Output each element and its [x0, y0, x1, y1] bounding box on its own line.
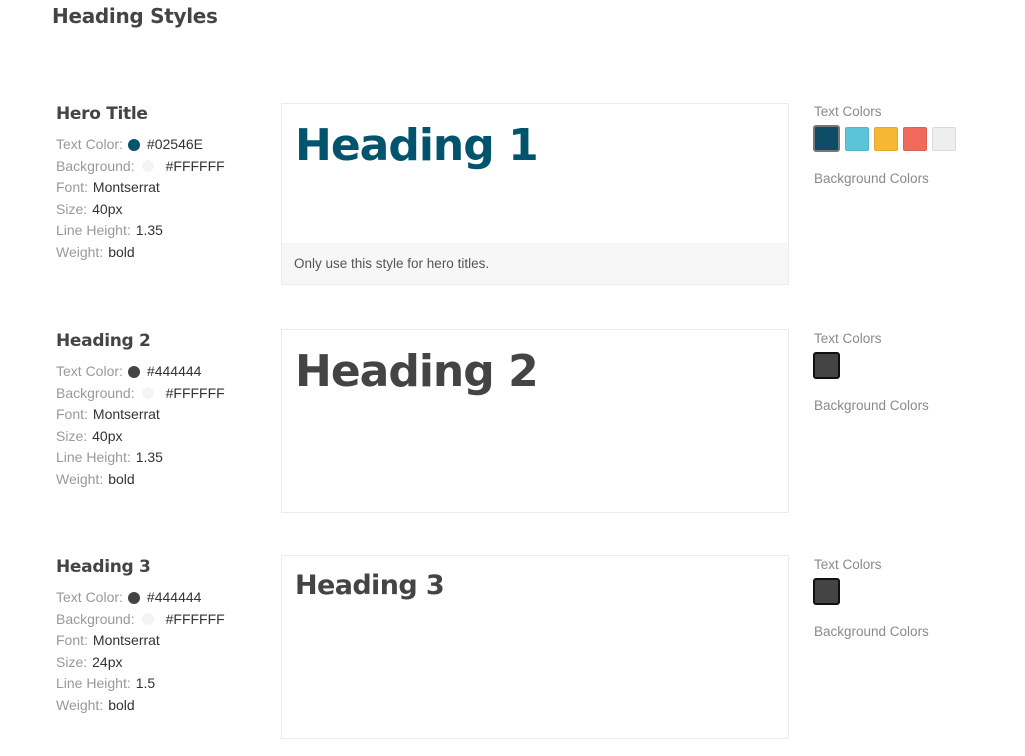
spec-value: 40px	[92, 427, 123, 444]
spec-value: bold	[108, 243, 135, 260]
spec-label: Text Color:	[56, 136, 123, 152]
spec-label: Background:	[56, 157, 135, 174]
spec-label: Text Color:	[56, 589, 123, 605]
background-color-dot-icon	[141, 387, 154, 400]
background-colors-label: Background Colors	[814, 171, 929, 186]
spec-value: 1.5	[135, 675, 156, 691]
spec-label: Font:	[56, 406, 88, 422]
text-color-dot-icon	[127, 138, 140, 151]
spec-value: bold	[108, 470, 135, 487]
color-palette: Text Colors Background Colors	[813, 103, 1014, 188]
spec-label: Size:	[56, 653, 88, 670]
text-color-dot-icon	[127, 591, 140, 604]
spec-label: Background:	[56, 384, 135, 401]
page-title: Heading Styles	[52, 4, 218, 28]
color-swatch[interactable]	[813, 125, 840, 152]
spec-value: #FFFFFF	[165, 384, 225, 401]
spec-value: 24px	[92, 653, 123, 670]
spec-line-height: Line Height: 1.35	[56, 220, 276, 242]
text-color-swatches	[813, 352, 1014, 379]
spec-font: Font: Montserrat	[56, 404, 276, 426]
style-specs: Hero Title Text Color: #02546E Backgroun…	[56, 103, 276, 263]
spec-value: Montserrat	[92, 179, 160, 195]
style-specs: Heading 2 Text Color: #444444 Background…	[56, 330, 276, 490]
spec-label: Size:	[56, 427, 88, 444]
text-color-dot-icon	[127, 365, 140, 378]
color-swatch[interactable]	[903, 126, 927, 151]
usage-note: Only use this style for hero titles.	[282, 243, 788, 284]
color-swatch[interactable]	[845, 126, 869, 151]
spec-label: Line Height:	[56, 222, 131, 238]
style-name: Heading 3	[56, 557, 151, 577]
spec-label: Font:	[56, 632, 88, 648]
color-palette: Text Colors Background Colors	[813, 330, 1014, 415]
spec-label: Font:	[56, 179, 88, 195]
spec-size: Size: 40px	[56, 199, 276, 221]
spec-label: Text Color:	[56, 363, 123, 379]
spec-text-color: Text Color: #02546E	[56, 134, 276, 156]
text-colors-label: Text Colors	[814, 331, 882, 346]
spec-value: 1.35	[135, 449, 163, 465]
spec-label: Background:	[56, 610, 135, 627]
spec-text-color: Text Color: #444444	[56, 361, 276, 383]
color-swatch[interactable]	[813, 578, 840, 605]
spec-label: Line Height:	[56, 675, 131, 691]
spec-value: 1.35	[135, 222, 163, 238]
style-specs: Heading 3 Text Color: #444444 Background…	[56, 556, 276, 716]
background-color-dot-icon	[141, 613, 154, 626]
text-color-swatches	[813, 125, 1014, 152]
spec-label: Weight:	[56, 243, 104, 260]
spec-weight: Weight: bold	[56, 242, 276, 264]
style-preview: Heading 1 Only use this style for hero t…	[281, 103, 789, 285]
color-swatch[interactable]	[874, 126, 898, 151]
style-preview: Heading 2	[281, 329, 789, 513]
spec-value: #FFFFFF	[165, 610, 225, 627]
style-preview: Heading 3	[281, 555, 789, 739]
spec-text-color: Text Color: #444444	[56, 587, 276, 609]
spec-label: Line Height:	[56, 449, 131, 465]
spec-background: Background: #FFFFFF	[56, 156, 276, 178]
preview-heading: Heading 2	[295, 346, 539, 397]
background-colors-label: Background Colors	[814, 624, 929, 639]
preview-heading: Heading 3	[295, 570, 445, 601]
text-color-swatches	[813, 578, 1014, 605]
spec-value: bold	[108, 696, 135, 713]
text-colors-label: Text Colors	[814, 104, 882, 119]
spec-value: Montserrat	[92, 406, 160, 422]
spec-value: #FFFFFF	[165, 157, 225, 174]
spec-label: Weight:	[56, 696, 104, 713]
preview-heading: Heading 1	[295, 120, 539, 171]
spec-label: Weight:	[56, 470, 104, 487]
spec-font: Font: Montserrat	[56, 630, 276, 652]
spec-weight: Weight: bold	[56, 695, 276, 717]
spec-font: Font: Montserrat	[56, 177, 276, 199]
spec-value: #444444	[146, 363, 202, 379]
spec-value: #444444	[146, 589, 202, 605]
spec-line-height: Line Height: 1.5	[56, 673, 276, 695]
style-name: Hero Title	[56, 104, 148, 124]
spec-background: Background: #FFFFFF	[56, 609, 276, 631]
spec-size: Size: 24px	[56, 652, 276, 674]
color-palette: Text Colors Background Colors	[813, 556, 1014, 641]
spec-value: Montserrat	[92, 632, 160, 648]
color-swatch[interactable]	[813, 352, 840, 379]
spec-size: Size: 40px	[56, 426, 276, 448]
spec-label: Size:	[56, 200, 88, 217]
spec-weight: Weight: bold	[56, 469, 276, 491]
spec-line-height: Line Height: 1.35	[56, 447, 276, 469]
spec-background: Background: #FFFFFF	[56, 383, 276, 405]
spec-value: #02546E	[146, 136, 203, 152]
color-swatch[interactable]	[932, 126, 956, 151]
text-colors-label: Text Colors	[814, 557, 882, 572]
style-name: Heading 2	[56, 331, 151, 351]
background-colors-label: Background Colors	[814, 398, 929, 413]
spec-value: 40px	[92, 200, 123, 217]
background-color-dot-icon	[141, 160, 154, 173]
